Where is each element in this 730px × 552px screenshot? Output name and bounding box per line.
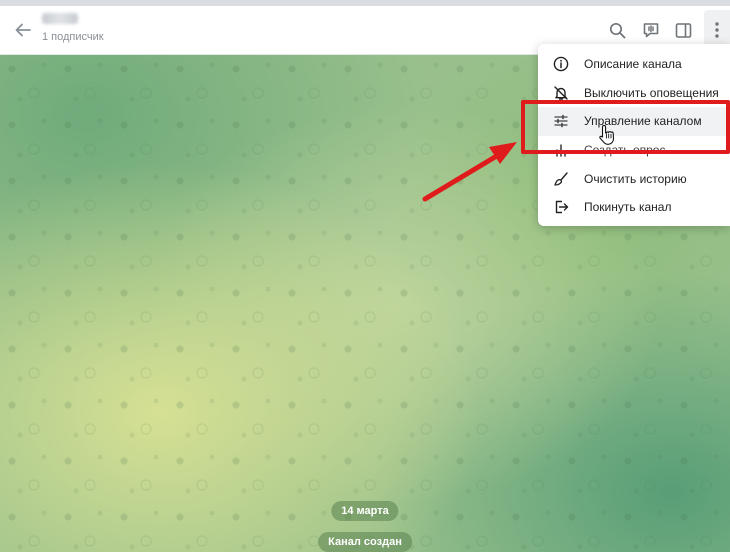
hand-pointer-cursor-icon — [599, 124, 615, 145]
annotation-arrow — [422, 142, 517, 202]
